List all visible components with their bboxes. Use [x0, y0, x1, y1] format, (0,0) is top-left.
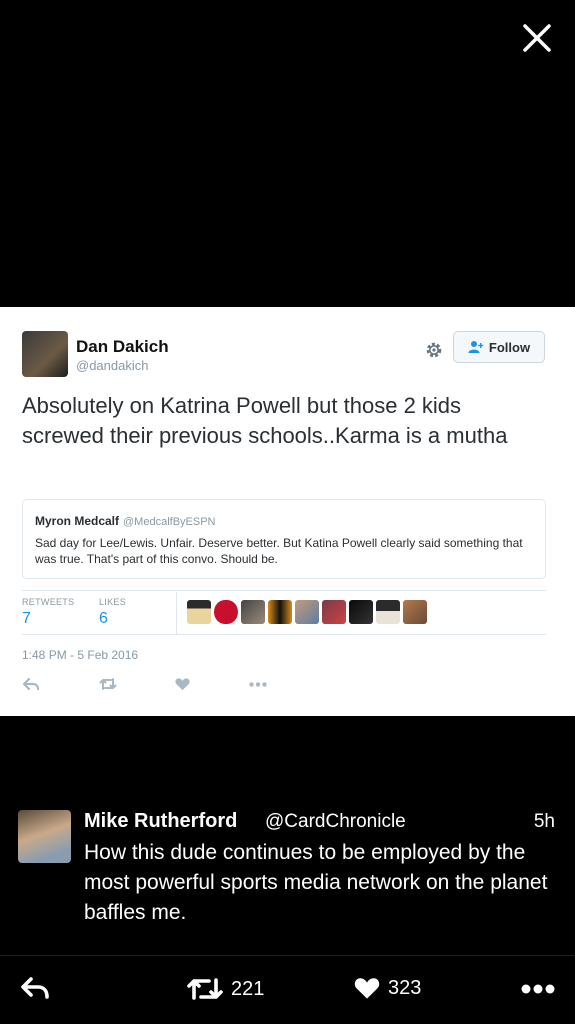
author-handle[interactable]: @dandakich: [76, 358, 148, 373]
avatar[interactable]: [22, 331, 68, 377]
like-button[interactable]: 323: [354, 976, 421, 1000]
quoted-text: Sad day for Lee/Lewis. Unfair. Deserve b…: [35, 536, 523, 566]
likes-label: LIKES: [99, 597, 127, 607]
likes-count[interactable]: 6: [99, 610, 108, 628]
like-count: 323: [388, 976, 422, 999]
more-icon: [249, 682, 267, 687]
tweet-card: Dan Dakich @dandakich Follow Absolutely …: [0, 307, 575, 716]
avatar[interactable]: [18, 810, 71, 863]
action-bar: 221 323: [0, 962, 575, 1018]
reply-button[interactable]: [23, 677, 39, 691]
divider: [22, 634, 546, 635]
author-name[interactable]: Dan Dakich: [76, 337, 169, 357]
follow-label: Follow: [488, 339, 531, 355]
retweet-button[interactable]: [99, 677, 117, 691]
add-user-icon: [468, 341, 484, 353]
liker-avatar[interactable]: [268, 600, 292, 624]
divider: [22, 590, 546, 591]
reply-button[interactable]: [20, 976, 50, 1000]
heart-icon: [175, 678, 190, 691]
retweet-icon: [99, 678, 117, 690]
more-icon: [521, 984, 555, 994]
tweet-text: How this dude continues to be employed b…: [84, 841, 548, 924]
liker-avatar[interactable]: [322, 600, 346, 624]
heart-icon: [354, 978, 380, 999]
divider: [176, 592, 177, 634]
tweet-text: Absolutely on Katrina Powell but those 2…: [22, 393, 508, 448]
more-button[interactable]: [521, 984, 555, 994]
quoted-tweet[interactable]: Myron Medcalf @MedcalfByESPN Sad day for …: [22, 499, 546, 579]
retweet-icon: [187, 978, 223, 1000]
gear-icon[interactable]: [424, 340, 444, 360]
liker-avatar[interactable]: [241, 600, 265, 624]
close-icon: [523, 24, 551, 52]
retweet-count: 221: [231, 977, 265, 1000]
liker-avatar[interactable]: [214, 600, 238, 624]
follow-button[interactable]: Follow: [453, 331, 545, 363]
close-button[interactable]: [519, 20, 555, 56]
reply-icon: [23, 677, 39, 691]
retweets-count[interactable]: 7: [22, 610, 31, 628]
more-button[interactable]: [249, 682, 267, 687]
tweet-timestamp[interactable]: 1:48 PM - 5 Feb 2016: [22, 648, 138, 662]
divider: [0, 955, 575, 956]
tweet-age: 5h: [533, 811, 555, 832]
liker-avatar[interactable]: [403, 600, 427, 624]
liker-avatar[interactable]: [376, 600, 400, 624]
liker-avatar[interactable]: [187, 600, 211, 624]
reply-icon: [21, 977, 49, 999]
liker-avatar[interactable]: [295, 600, 319, 624]
quoted-author-name: Myron Medcalf: [35, 514, 120, 528]
quoted-author-handle: @MedcalfByESPN: [123, 516, 216, 528]
liker-avatar[interactable]: [349, 600, 373, 624]
author-name[interactable]: Mike Rutherford: [84, 810, 237, 833]
like-button[interactable]: [175, 677, 190, 691]
liker-avatars: [187, 600, 427, 624]
author-handle[interactable]: @CardChronicle: [265, 811, 406, 833]
retweet-button[interactable]: 221: [187, 976, 264, 1002]
retweets-label: RETWEETS: [22, 597, 75, 607]
